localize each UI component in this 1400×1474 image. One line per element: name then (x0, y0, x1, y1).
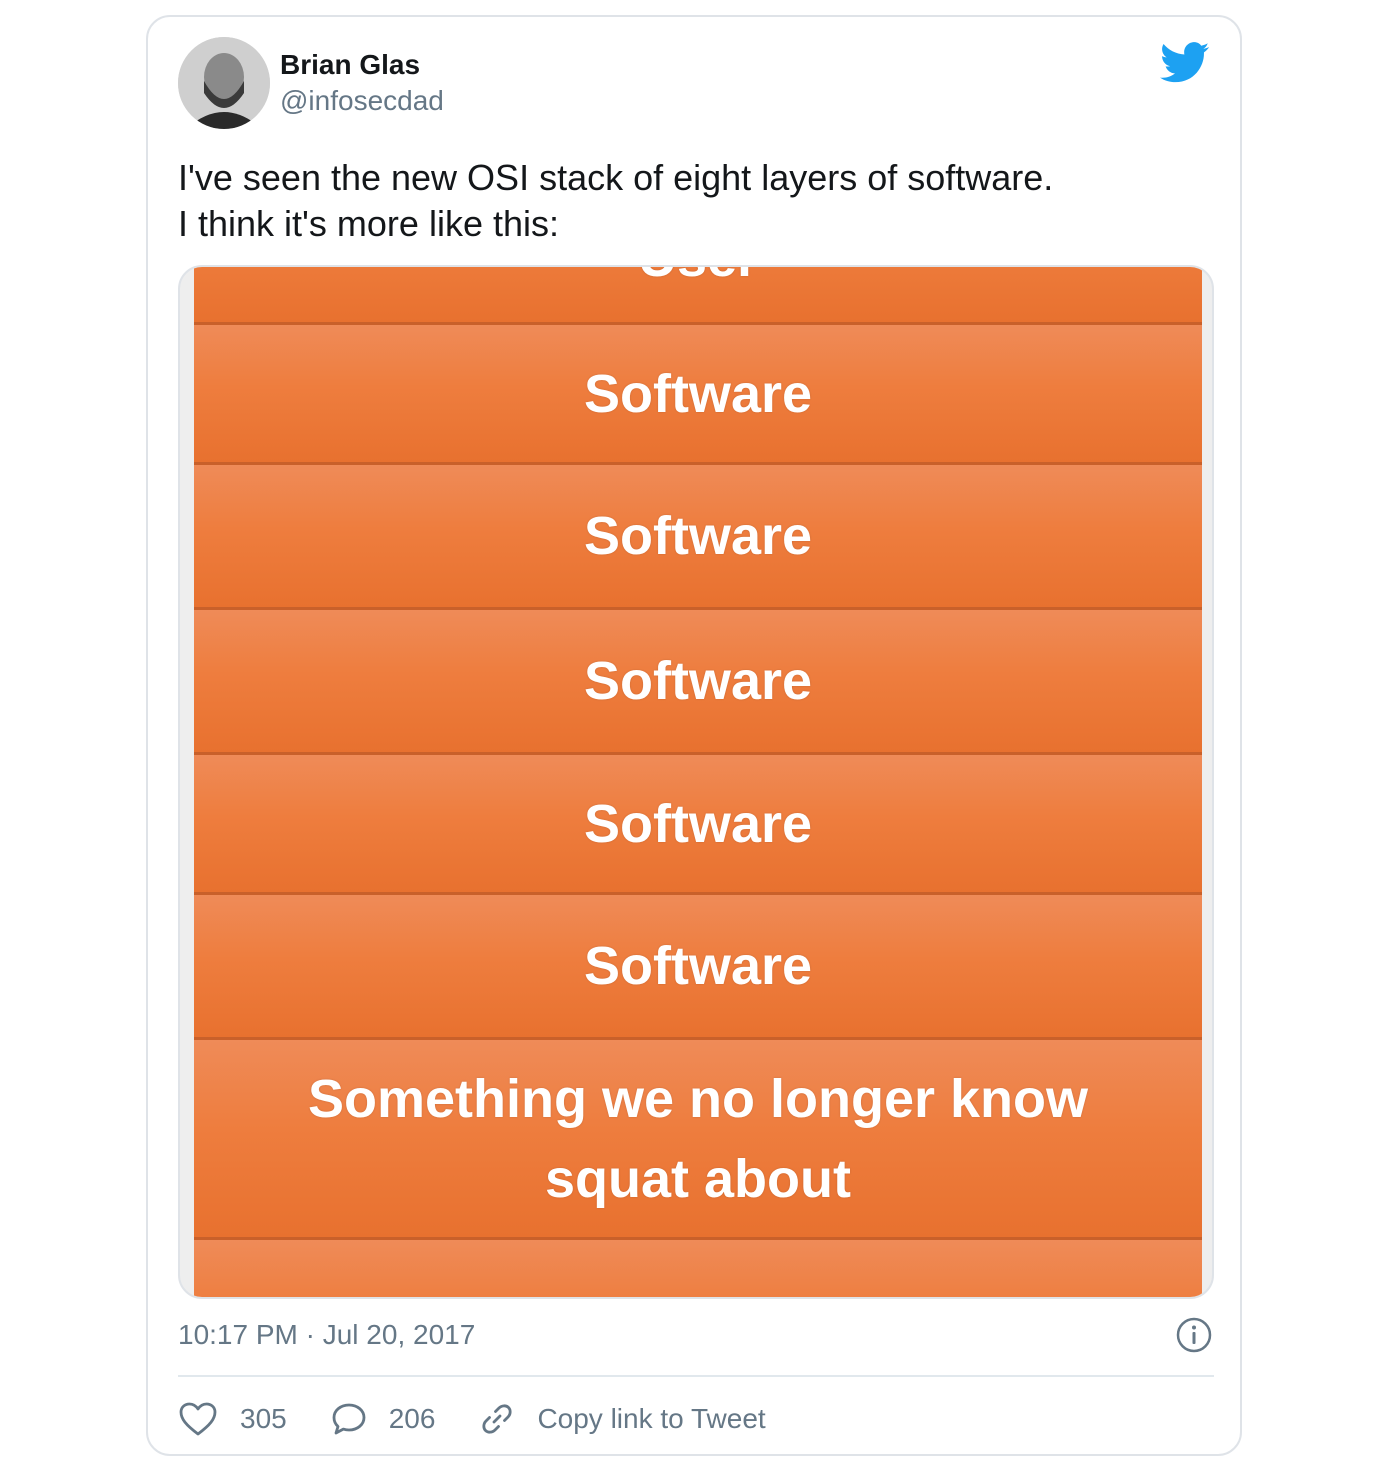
layer-black-magic: Black Magic (194, 1240, 1202, 1297)
layer-something-unknown: Something we no longer know squat about (194, 1040, 1202, 1240)
tweet-card: Brian Glas @infosecdad I've seen the new… (146, 15, 1242, 1456)
info-icon[interactable] (1176, 1317, 1212, 1353)
tweet-text-line: I think it's more like this: (178, 203, 559, 244)
tweet-timestamp[interactable]: 10:17 PM · Jul 20, 2017 (178, 1319, 475, 1351)
layer-software: Software (194, 610, 1202, 755)
copy-link-label: Copy link to Tweet (537, 1403, 766, 1434)
twitter-bird-icon[interactable] (1160, 41, 1210, 85)
tweet-actions: 305 206 Copy link to Tweet (178, 1397, 810, 1441)
like-button[interactable]: 305 (178, 1401, 287, 1437)
tweet-text-line: I've seen the new OSI stack of eight lay… (178, 157, 1054, 198)
reply-button[interactable]: 206 (331, 1401, 436, 1437)
tweet-image[interactable]: User Software Software Software Software… (178, 265, 1214, 1299)
heart-icon (179, 1402, 217, 1436)
like-count: 305 (240, 1403, 287, 1434)
reply-count: 206 (388, 1403, 436, 1434)
author-handle[interactable]: @infosecdad (280, 85, 444, 117)
avatar[interactable] (178, 37, 270, 129)
layer-user: User (194, 267, 1202, 325)
layer-software: Software (194, 895, 1202, 1040)
speech-bubble-icon (332, 1403, 366, 1435)
tweet-text: I've seen the new OSI stack of eight lay… (178, 155, 1208, 247)
copy-link-button[interactable]: Copy link to Tweet (479, 1401, 766, 1437)
divider (178, 1375, 1214, 1377)
link-icon (482, 1404, 512, 1434)
layer-software: Software (194, 325, 1202, 465)
author-name[interactable]: Brian Glas (280, 49, 420, 81)
layer-software: Software (194, 465, 1202, 610)
layer-software: Software (194, 755, 1202, 895)
avatar-photo (178, 37, 270, 129)
osi-layer-stack: User Software Software Software Software… (194, 267, 1202, 1297)
